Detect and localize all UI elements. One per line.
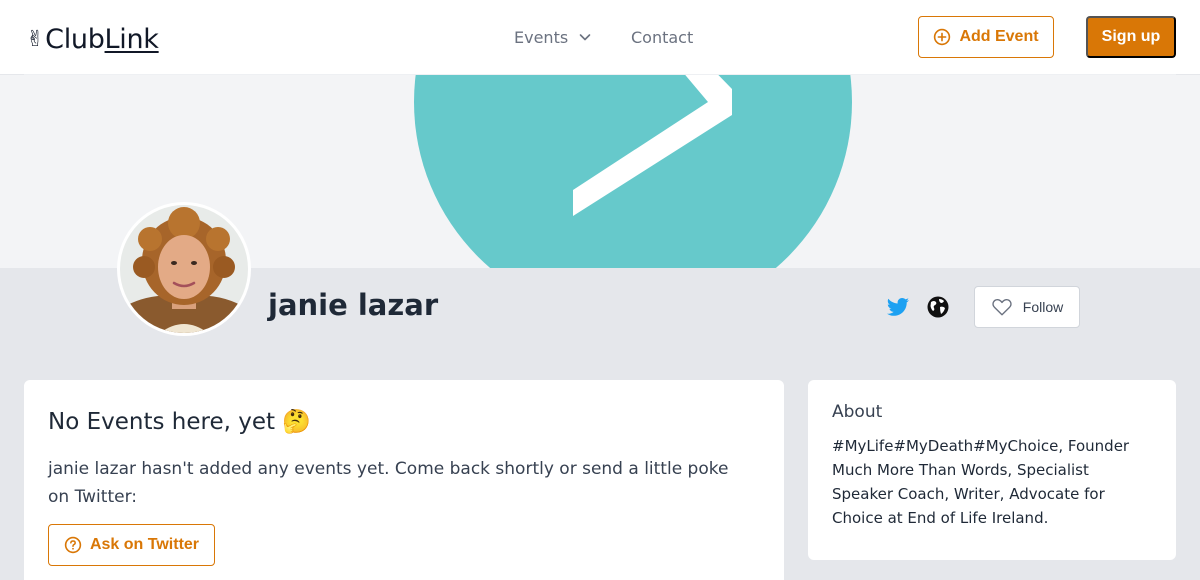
logo-text-club: Club (45, 23, 105, 55)
events-empty-title: No Events here, yet 🤔 (48, 409, 311, 435)
clublink-logo[interactable]: ✌ Club Link (26, 22, 159, 56)
question-circle-icon (64, 536, 82, 554)
events-card: No Events here, yet 🤔 janie lazar hasn't… (24, 380, 784, 580)
sign-up-button[interactable]: Sign up (1086, 16, 1176, 58)
about-text: #MyLife#MyDeath#MyChoice, Founder Much M… (832, 437, 1130, 527)
chevron-down-icon (579, 34, 591, 41)
ask-on-twitter-label: Ask on Twitter (89, 536, 200, 553)
follow-label: Follow (1022, 299, 1064, 315)
profile-avatar (117, 202, 251, 336)
nav-events-dropdown[interactable]: Events (514, 26, 592, 48)
add-event-label: Add Event (959, 28, 1039, 45)
about-card: About #MyLife#MyDeath#MyChoice, Founder … (808, 380, 1176, 560)
victory-hand-icon: ✌ (26, 26, 45, 52)
top-navbar: ✌ Club Link Events Contact Add Event Sig… (0, 0, 1200, 74)
ask-on-twitter-button[interactable]: Ask on Twitter (48, 524, 215, 566)
about-title: About (832, 402, 883, 422)
logo-text-link: Link (104, 23, 159, 55)
twitter-icon[interactable] (886, 295, 910, 319)
nav-events-label: Events (514, 27, 569, 47)
plus-circle-icon (934, 28, 951, 46)
follow-button[interactable]: Follow (974, 286, 1080, 328)
events-empty-message: janie lazar hasn't added any events yet.… (48, 459, 729, 507)
heart-outline-icon (992, 298, 1012, 316)
add-event-button[interactable]: Add Event (918, 16, 1054, 58)
globe-icon[interactable] (926, 295, 950, 319)
avatar-portrait (120, 205, 248, 333)
nav-contact-link[interactable]: Contact (631, 26, 693, 48)
profile-name: janie lazar (268, 288, 439, 322)
